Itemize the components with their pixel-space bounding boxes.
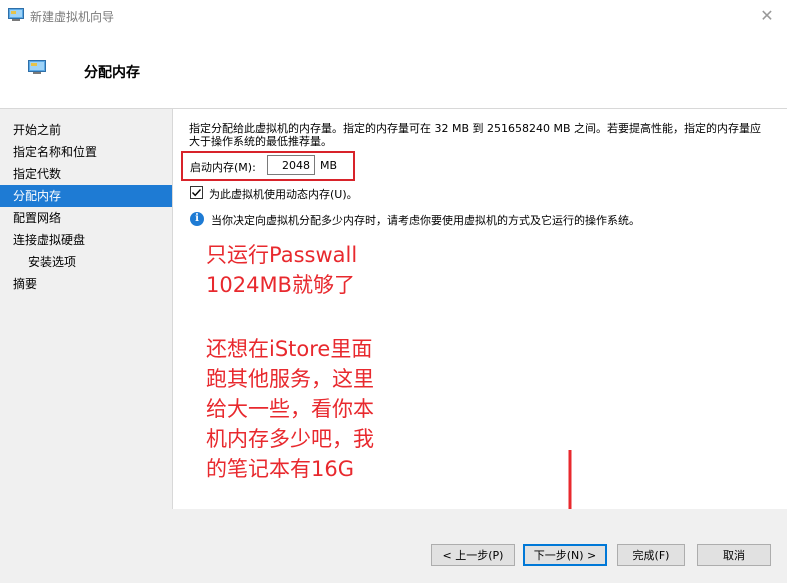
- annotation-line: 只运行Passwall: [206, 243, 358, 267]
- annotation-line: 机内存多少吧，我: [206, 427, 374, 451]
- vm-wizard-icon: [8, 8, 24, 21]
- step-before-you-begin[interactable]: 开始之前: [0, 119, 172, 141]
- step-generation[interactable]: 指定代数: [0, 163, 172, 185]
- checkmark-icon: [191, 189, 202, 197]
- previous-button[interactable]: < 上一步(P): [431, 544, 515, 566]
- step-summary[interactable]: 摘要: [0, 273, 172, 295]
- close-icon: ✕: [760, 6, 774, 25]
- window-title: 新建虚拟机向导: [30, 10, 115, 24]
- info-icon: i: [190, 212, 204, 226]
- annotation-line: 的笔记本有16G: [206, 457, 354, 481]
- annotation-line: 1024MB就够了: [206, 273, 355, 297]
- annotation-line: 跑其他服务，这里: [206, 367, 374, 391]
- startup-memory-input[interactable]: [267, 155, 315, 175]
- wizard-steps-sidebar: 开始之前 指定名称和位置 指定代数 分配内存 配置网络 连接虚拟硬盘 安装选项 …: [0, 109, 173, 509]
- memory-info-text: 当你决定向虚拟机分配多少内存时，请考虑你要使用虚拟机的方式及它运行的操作系统。: [211, 214, 640, 227]
- step-name-and-location[interactable]: 指定名称和位置: [0, 141, 172, 163]
- page-header: 分配内存: [0, 32, 787, 109]
- annotation-line: 给大一些，看你本: [206, 397, 374, 421]
- finish-button[interactable]: 完成(F): [617, 544, 685, 566]
- step-connect-virtual-disk[interactable]: 连接虚拟硬盘: [0, 229, 172, 251]
- startup-memory-label: 启动内存(M):: [190, 161, 256, 174]
- step-assign-memory[interactable]: 分配内存: [0, 185, 172, 207]
- dynamic-memory-label[interactable]: 为此虚拟机使用动态内存(U)。: [209, 186, 358, 202]
- memory-page-icon: [28, 60, 46, 74]
- page-title: 分配内存: [84, 65, 140, 81]
- step-configure-networking[interactable]: 配置网络: [0, 207, 172, 229]
- close-button[interactable]: ✕: [755, 4, 779, 28]
- memory-description: 指定分配给此虚拟机的内存量。指定的内存量可在 32 MB 到 251658240…: [189, 122, 762, 148]
- title-bar: 新建虚拟机向导 ✕: [0, 0, 787, 32]
- memory-unit-label: MB: [320, 159, 338, 172]
- annotation-line: 还想在iStore里面: [206, 337, 373, 361]
- dynamic-memory-checkbox[interactable]: [190, 186, 203, 199]
- next-button[interactable]: 下一步(N) >: [523, 544, 607, 566]
- cancel-button[interactable]: 取消: [697, 544, 771, 566]
- step-installation-options[interactable]: 安装选项: [0, 251, 172, 273]
